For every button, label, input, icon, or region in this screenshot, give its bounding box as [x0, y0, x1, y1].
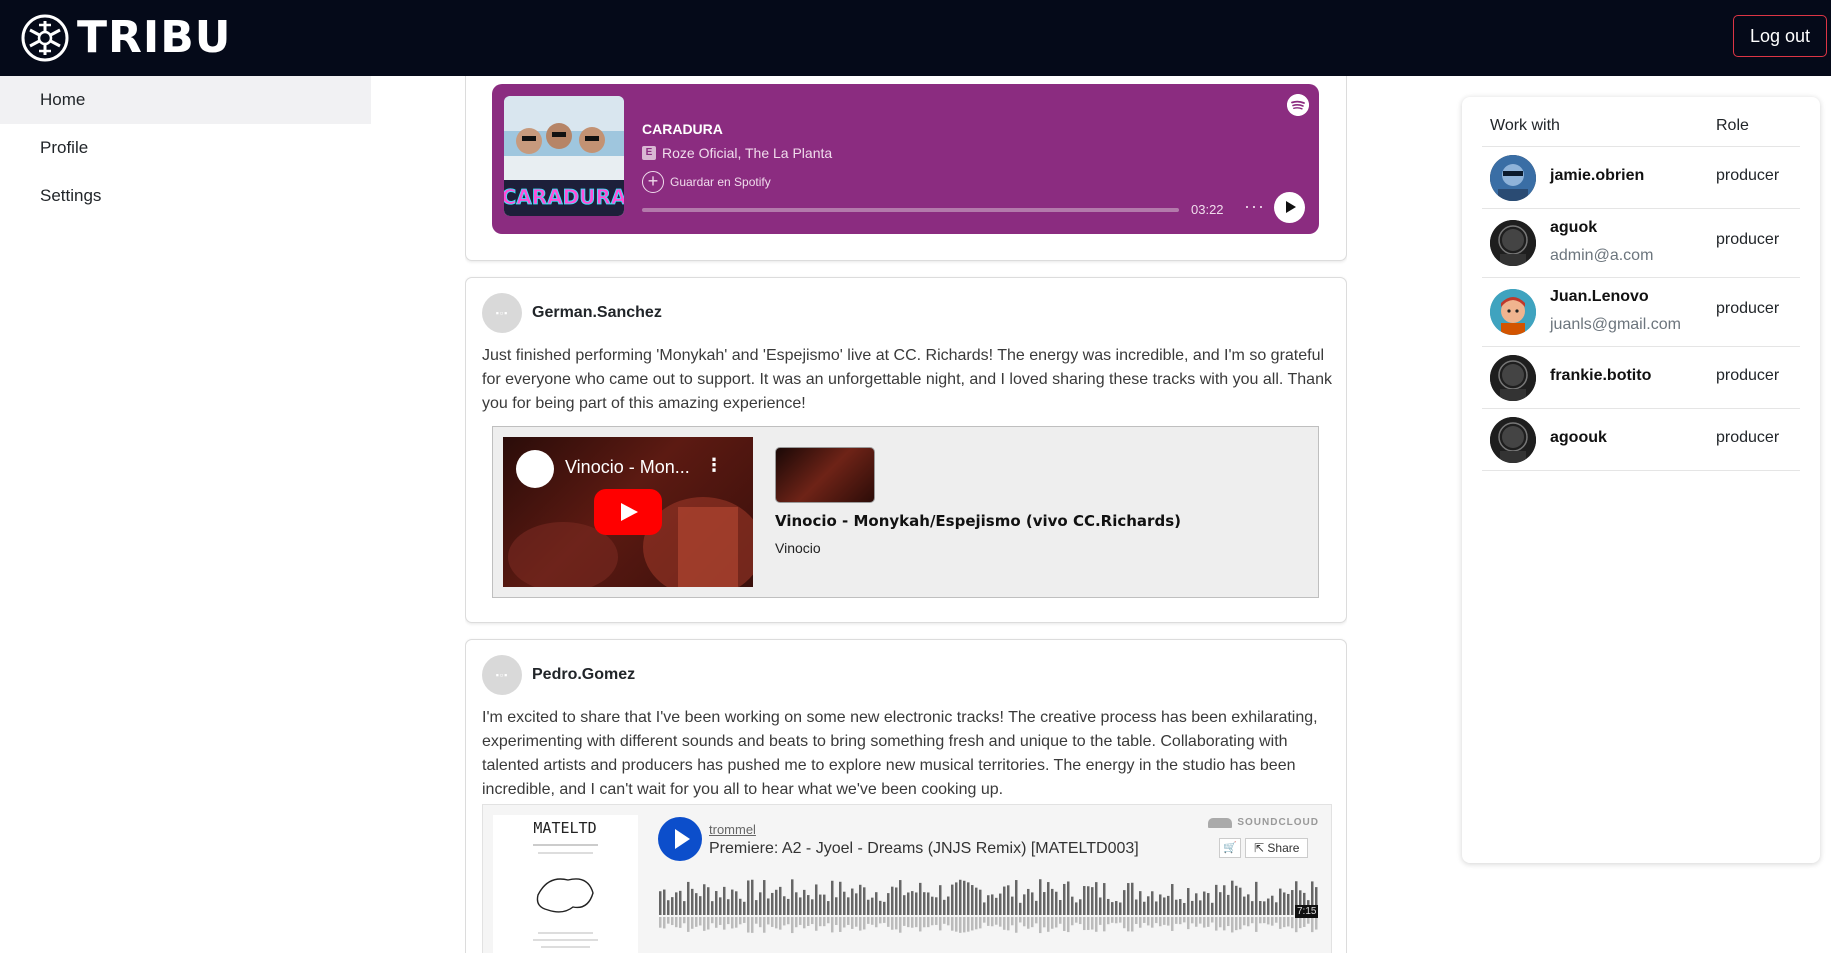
- spotify-album-cover: CARADURA: [504, 96, 624, 216]
- spotify-artists-label: Roze Oficial, The La Planta: [662, 145, 833, 161]
- work-with-panel: Work with Role jamie.obrien producer agu…: [1462, 97, 1820, 863]
- post-text: Just finished performing 'Monykah' and '…: [482, 347, 1332, 412]
- collaborator-email: admin@a.com: [1550, 247, 1654, 264]
- avatar: [1490, 155, 1536, 201]
- soundcloud-play-button[interactable]: [658, 817, 702, 861]
- collaborator-role: producer: [1716, 367, 1780, 384]
- collaborator-name: frankie.botito: [1550, 367, 1652, 384]
- spotify-logo-icon[interactable]: [1287, 94, 1309, 116]
- post-text: I'm excited to share that I've been work…: [482, 709, 1318, 798]
- collaborator-row[interactable]: Juan.Lenovo juanls@gmail.com producer: [1482, 278, 1800, 347]
- soundcloud-embed: MATELTD trommel Premiere: A2 - Jyoel - D…: [482, 804, 1332, 953]
- work-with-table-header: Work with Role: [1482, 107, 1800, 147]
- channel-avatar[interactable]: [516, 450, 554, 488]
- youtube-link-preview[interactable]: Vinocio - Mon... ⋮ Vinocio - Monykah/Esp…: [492, 426, 1319, 598]
- soundcloud-brand-label: SOUNDCLOUD: [1237, 817, 1319, 828]
- top-navbar: TRIBU Log out: [0, 0, 1831, 76]
- spotify-embed: CARADURA CARADURA E Roze Oficial, The La…: [492, 84, 1319, 234]
- spotify-track-title[interactable]: CARADURA: [642, 121, 723, 137]
- cover-text: CARADURA: [504, 185, 624, 209]
- post-feed: CARADURA CARADURA E Roze Oficial, The La…: [465, 76, 1347, 953]
- brand-name: TRIBU: [77, 12, 232, 63]
- post-username[interactable]: Pedro.Gomez: [532, 666, 635, 684]
- soundcloud-user-link[interactable]: trommel: [709, 822, 756, 837]
- youtube-player[interactable]: Vinocio - Mon... ⋮: [503, 437, 753, 587]
- avatar[interactable]: ▪▫▪: [482, 293, 522, 333]
- logout-button[interactable]: Log out: [1732, 15, 1827, 57]
- collaborator-role: producer: [1716, 231, 1780, 248]
- collaborator-name: Juan.Lenovo: [1550, 288, 1649, 305]
- soundcloud-share-button[interactable]: ⇱ Share: [1245, 838, 1309, 858]
- collaborator-name: jamie.obrien: [1550, 167, 1645, 184]
- spotify-play-button[interactable]: [1274, 192, 1305, 223]
- plus-circle-icon: +: [642, 171, 664, 193]
- link-channel: Vinocio: [775, 540, 821, 556]
- tribu-logo-icon: [21, 14, 69, 62]
- kebab-menu-icon[interactable]: ⋮: [705, 455, 723, 476]
- link-thumbnail[interactable]: [775, 447, 875, 503]
- post-header: ▪▫▪ German.Sanchez: [482, 293, 662, 333]
- youtube-play-button[interactable]: [594, 489, 662, 535]
- soundcloud-track-title[interactable]: Premiere: A2 - Jyoel - Dreams (JNJS Remi…: [709, 840, 1139, 858]
- artwork-text: MATELTD: [533, 819, 596, 837]
- collaborator-row[interactable]: jamie.obrien producer: [1482, 147, 1800, 209]
- column-header-work-with: Work with: [1490, 117, 1560, 134]
- cart-icon[interactable]: 🛒: [1219, 838, 1241, 858]
- soundcloud-brand[interactable]: SOUNDCLOUD: [1208, 817, 1319, 828]
- post-card: ▪▫▪ Pedro.Gomez I'm excited to share tha…: [465, 639, 1347, 953]
- post-card: ▪▫▪ German.Sanchez Just finished perform…: [465, 277, 1347, 623]
- avatar: [1490, 355, 1536, 401]
- share-label: Share: [1267, 841, 1300, 855]
- post-header: ▪▫▪ Pedro.Gomez: [482, 655, 635, 695]
- soundcloud-logo-icon: [1208, 817, 1233, 828]
- spotify-progress-bar[interactable]: [642, 208, 1179, 212]
- post-username[interactable]: German.Sanchez: [532, 304, 662, 322]
- collaborator-row[interactable]: aguok admin@a.com producer: [1482, 209, 1800, 278]
- spotify-artists[interactable]: E Roze Oficial, The La Planta: [642, 145, 832, 161]
- collaborator-name: aguok: [1550, 219, 1598, 236]
- collaborator-row[interactable]: frankie.botito producer: [1482, 347, 1800, 409]
- more-options-icon[interactable]: ···: [1244, 196, 1265, 217]
- sidebar-nav: Home Profile Settings: [0, 76, 371, 220]
- soundcloud-waveform[interactable]: [659, 875, 1321, 935]
- explicit-icon: E: [642, 146, 656, 160]
- soundcloud-duration: 7:15: [1295, 905, 1319, 918]
- sidebar-item-home[interactable]: Home: [0, 76, 371, 124]
- avatar: [1490, 220, 1536, 266]
- collaborator-role: producer: [1716, 167, 1780, 184]
- sidebar-item-settings[interactable]: Settings: [0, 172, 371, 220]
- share-icon: ⇱: [1254, 841, 1268, 855]
- sidebar-item-profile[interactable]: Profile: [0, 124, 371, 172]
- collaborator-email: juanls@gmail.com: [1550, 316, 1681, 333]
- column-header-role: Role: [1716, 117, 1749, 134]
- collaborator-role: producer: [1716, 300, 1780, 317]
- avatar[interactable]: ▪▫▪: [482, 655, 522, 695]
- soundcloud-artwork[interactable]: MATELTD: [493, 815, 638, 953]
- collaborator-row[interactable]: agoouk producer: [1482, 409, 1800, 471]
- link-title[interactable]: Vinocio - Monykah/Espejismo (vivo CC.Ric…: [775, 512, 1181, 530]
- post-card-spotify: CARADURA CARADURA E Roze Oficial, The La…: [465, 76, 1347, 261]
- youtube-player-title[interactable]: Vinocio - Mon...: [565, 457, 690, 478]
- collaborator-name: agoouk: [1550, 429, 1607, 446]
- collaborator-role: producer: [1716, 429, 1780, 446]
- spotify-save-button[interactable]: + Guardar en Spotify: [642, 171, 771, 193]
- brand-logo[interactable]: TRIBU: [20, 13, 232, 63]
- avatar: [1490, 417, 1536, 463]
- spotify-save-label: Guardar en Spotify: [670, 175, 771, 189]
- avatar: [1490, 289, 1536, 335]
- spotify-duration: 03:22: [1191, 202, 1224, 217]
